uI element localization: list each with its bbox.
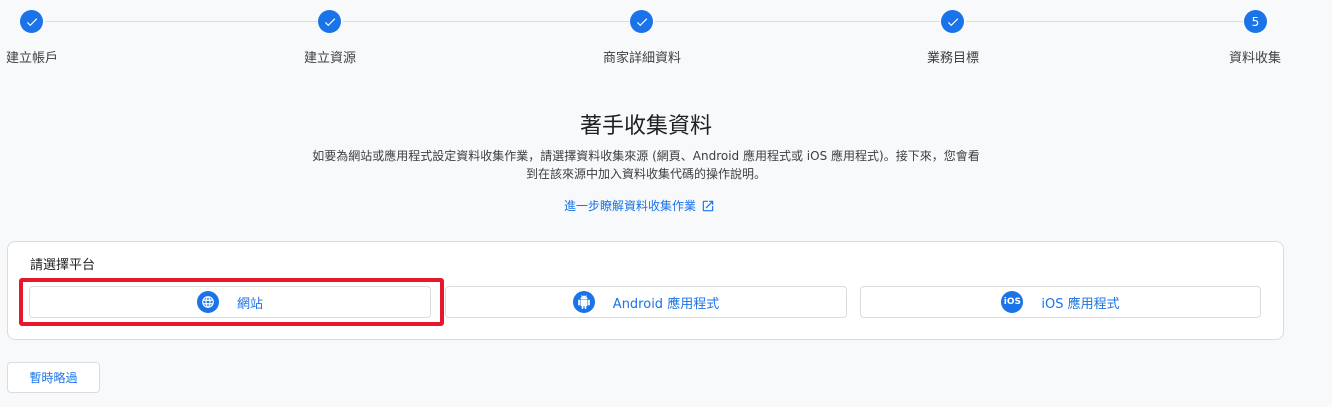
step-5-current: 5 (1244, 10, 1267, 33)
step-label: 商家詳細資料 (602, 51, 682, 66)
skip-for-now-button[interactable]: 暫時略過 (7, 362, 100, 393)
description-line: 到在該來源中加入資料收集代碼的操作說明。 (525, 167, 766, 181)
page: 5 建立帳戶 建立資源 商家詳細資料 業務目標 資料收集 著手收集資料 如要為網… (0, 0, 1332, 407)
android-platform-label: Android 應用程式 (612, 296, 720, 312)
learn-more-link[interactable]: 進一步瞭解資料收集作業 (564, 197, 715, 214)
page-description: 如要為網站或應用程式設定資料收集作業，請選擇資料收集來源 (網頁、Android… (0, 147, 1292, 183)
step-label: 資料收集 (1228, 51, 1282, 66)
open-in-new-icon (702, 200, 714, 211)
step-2-complete-icon (318, 10, 341, 33)
step-connector (655, 21, 940, 22)
setup-stepper: 5 建立帳戶 建立資源 商家詳細資料 業務目標 資料收集 (0, 0, 1332, 70)
page-title: 著手收集資料 (579, 114, 712, 139)
platform-card: 請選擇平台 網站 Android 應用程式 iOS iOS 應用程式 (7, 241, 1284, 340)
ios-platform-button[interactable]: iOS iOS 應用程式 (860, 286, 1261, 318)
step-label: 業務目標 (926, 51, 980, 66)
step-label: 建立資源 (303, 51, 357, 66)
step-4-complete-icon (941, 10, 964, 33)
ios-icon: iOS (1001, 291, 1024, 313)
step-connector (343, 21, 629, 22)
step-3-complete-icon (630, 10, 653, 33)
web-platform-button[interactable]: 網站 (29, 286, 431, 318)
description-line: 如要為網站或應用程式設定資料收集作業，請選擇資料收集來源 (網頁、Android… (312, 149, 980, 163)
globe-icon (196, 291, 219, 313)
ios-platform-label: iOS 應用程式 (1041, 296, 1120, 312)
learn-more-label: 進一步瞭解資料收集作業 (564, 199, 697, 213)
platform-card-title: 請選擇平台 (30, 258, 96, 273)
android-platform-button[interactable]: Android 應用程式 (445, 286, 847, 318)
step-1-complete-icon (20, 10, 43, 33)
step-connector (966, 21, 1243, 22)
android-icon (572, 291, 595, 313)
step-connector (45, 21, 317, 22)
step-label: 建立帳戶 (5, 51, 59, 66)
web-platform-label: 網站 (236, 296, 263, 312)
